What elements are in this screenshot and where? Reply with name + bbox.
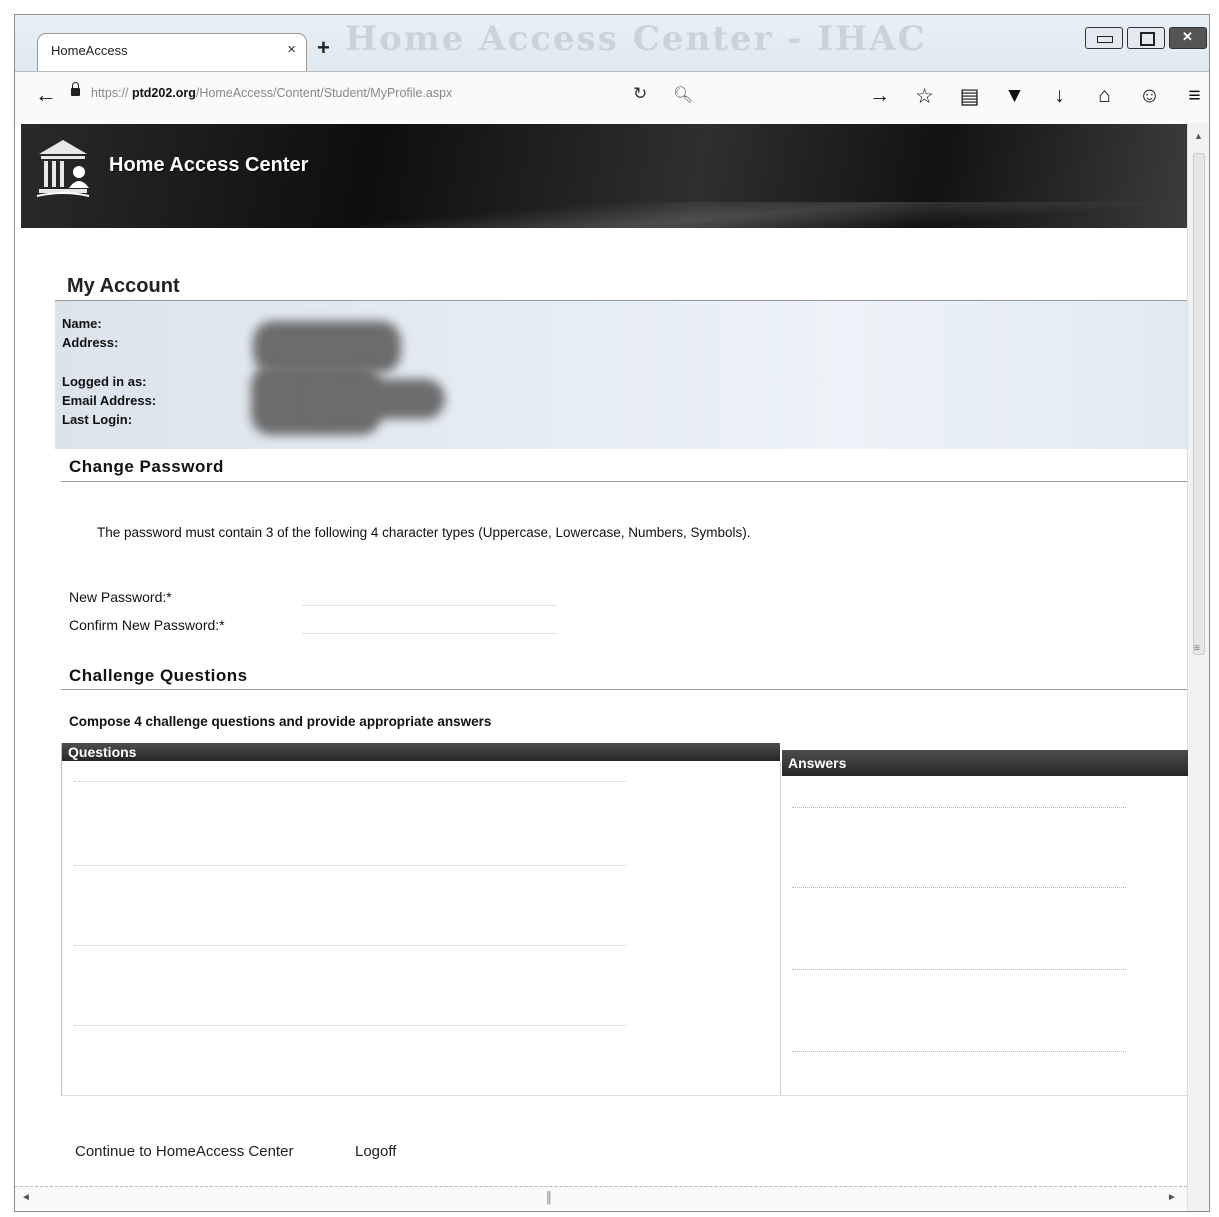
url-path: /HomeAccess/Content/Student/MyProfile.as… — [195, 86, 453, 100]
answers-header-label: Answers — [788, 755, 847, 771]
emoji-icon[interactable]: ☺ — [1127, 84, 1172, 109]
continue-link[interactable]: Continue to HomeAccess Center — [75, 1143, 293, 1160]
challenge-instructions: Compose 4 challenge questions and provid… — [69, 714, 492, 729]
scroll-right-icon[interactable]: ► — [1167, 1192, 1177, 1203]
answer-input-2[interactable] — [792, 867, 1126, 888]
window-title: Home Access Center - IHAC — [345, 19, 927, 59]
close-window-button[interactable] — [1169, 27, 1207, 49]
question-input-3[interactable] — [74, 925, 626, 946]
reload-icon[interactable]: ↻ — [633, 84, 647, 104]
challenge-table: Questions Answers — [61, 743, 1188, 1096]
divider — [61, 481, 1187, 482]
question-input-4[interactable] — [74, 1005, 626, 1026]
horizontal-scrollbar[interactable]: ◄ ║ ► — [15, 1186, 1187, 1211]
scroll-grip-icon: ≡ — [1194, 643, 1200, 654]
logoff-link[interactable]: Logoff — [355, 1143, 396, 1160]
logged-in-label: Logged in as: — [62, 374, 147, 389]
email-label: Email Address: — [62, 393, 157, 408]
vertical-scrollbar[interactable]: ▲ ≡ — [1187, 123, 1209, 1211]
new-tab-button[interactable]: + — [317, 35, 330, 61]
answer-input-1[interactable] — [792, 787, 1126, 808]
my-account-page: My Account Name: Address: Logged in as: … — [15, 123, 1188, 1211]
account-info-panel: Name: Address: Logged in as: Email Addre… — [55, 300, 1187, 449]
back-arrow-icon[interactable]: ← — [35, 82, 57, 108]
redacted-account-info — [245, 315, 445, 435]
home-icon[interactable]: ⌂ — [1082, 84, 1127, 109]
tab-label: HomeAccess — [51, 43, 128, 58]
arrow-right-icon[interactable]: → — [857, 84, 902, 109]
window-controls — [1085, 27, 1207, 49]
url-host: ptd202.org — [132, 86, 196, 100]
confirm-password-input[interactable] — [303, 615, 557, 634]
maximize-button[interactable] — [1127, 27, 1165, 49]
answer-input-3[interactable] — [792, 949, 1126, 970]
answers-header: Answers — [782, 750, 1188, 776]
change-password-title: Change Password — [69, 457, 224, 476]
questions-header: Questions — [62, 743, 780, 761]
lock-icon — [71, 82, 80, 96]
scroll-up-icon[interactable]: ▲ — [1194, 131, 1203, 141]
navigation-bar: ← https:// ptd202.org/HomeAccess/Content… — [15, 71, 1209, 125]
search-icon[interactable]: 🔍︎ — [673, 85, 693, 105]
questions-header-label: Questions — [68, 744, 137, 760]
menu-icon[interactable]: ≡ — [1172, 84, 1209, 109]
question-input-1[interactable] — [74, 761, 626, 782]
reading-list-icon[interactable]: ▤ — [947, 84, 992, 109]
answer-input-4[interactable] — [792, 1031, 1126, 1052]
address-bar[interactable]: https:// ptd202.org/HomeAccess/Content/S… — [91, 86, 452, 100]
last-login-label: Last Login: — [62, 412, 133, 427]
question-input-2[interactable] — [74, 845, 626, 866]
browser-window: Home Access Center - IHAC HomeAccess × +… — [14, 14, 1210, 1212]
new-password-input[interactable] — [303, 587, 557, 606]
name-label: Name: — [62, 316, 102, 331]
scrollbar-thumb[interactable] — [1193, 153, 1205, 655]
confirm-password-label: Confirm New Password:* — [69, 617, 225, 633]
minimize-button[interactable] — [1085, 27, 1123, 49]
my-account-title: My Account — [67, 275, 180, 297]
star-icon[interactable]: ☆ — [902, 84, 947, 109]
scroll-grip-icon: ║ — [545, 1192, 553, 1204]
page-viewport: Home Access Center ▲ ≡ My Account Name: … — [15, 123, 1209, 1211]
url-prefix: https:// — [91, 86, 132, 100]
title-bar: Home Access Center - IHAC HomeAccess × + — [15, 15, 1209, 72]
scroll-left-icon[interactable]: ◄ — [21, 1192, 31, 1203]
close-tab-icon[interactable]: × — [287, 41, 296, 58]
challenge-questions-title: Challenge Questions — [69, 666, 248, 685]
password-requirements: The password must contain 3 of the follo… — [97, 525, 751, 540]
new-password-label: New Password:* — [69, 589, 172, 605]
download-icon[interactable]: ↓ — [1037, 84, 1082, 109]
column-divider — [780, 761, 781, 1095]
tab-homeaccess[interactable]: HomeAccess × — [37, 33, 307, 72]
divider — [61, 689, 1187, 690]
address-label: Address: — [62, 335, 119, 350]
pocket-icon[interactable]: ▼ — [992, 84, 1037, 109]
toolbar-icons: → ☆ ▤ ▼ ↓ ⌂ ☺ ≡ — [857, 84, 1209, 109]
